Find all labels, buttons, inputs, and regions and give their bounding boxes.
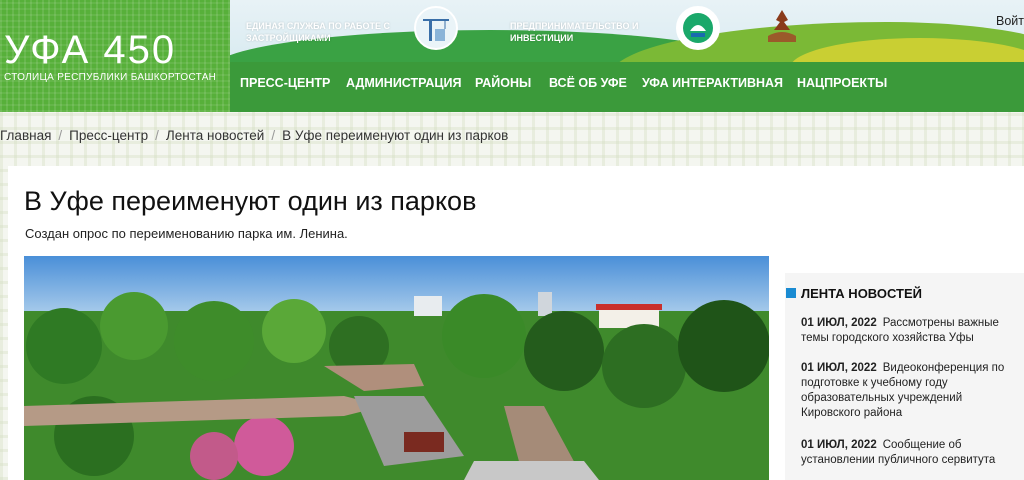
- login-link[interactable]: Войт: [996, 14, 1024, 28]
- news-item[interactable]: 01 ИЮЛ, 2022 Сообщение об установлении пу…: [801, 438, 1011, 468]
- page-title: В Уфе переименуют один из парков: [24, 186, 477, 216]
- site-header: УФА 450 СТОЛИЦА РЕСПУБЛИКИ БАШКОРТОСТАН …: [0, 0, 1024, 112]
- logo-subtitle: СТОЛИЦА РЕСПУБЛИКИ БАШКОРТОСТАН: [4, 72, 217, 83]
- main-nav: ПРЕСС-ЦЕНТР АДМИНИСТРАЦИЯ РАЙОНЫ ВСЁ ОБ …: [230, 62, 1024, 112]
- nav-ufa-interactive[interactable]: УФА ИНТЕРАКТИВНАЯ: [642, 76, 783, 90]
- breadcrumb: Главная / Пресс-центр / Лента новостей / В Уфе…: [0, 128, 509, 143]
- monument-icon: [768, 10, 796, 42]
- breadcrumb-home[interactable]: Главная: [0, 128, 51, 143]
- site-logo[interactable]: УФА 450 СТОЛИЦА РЕСПУБЛИКИ БАШКОРТОСТАН: [0, 0, 230, 112]
- promo-business-link[interactable]: ПРЕДПРИНИМАТЕЛЬСТВО И ИНВЕСТИЦИИ: [510, 20, 670, 44]
- news-item[interactable]: 01 ИЮЛ, 2022 Рассмотрены важные темы горо…: [801, 316, 1011, 346]
- logo-title: УФА 450: [4, 28, 177, 72]
- news-feed-heading: ЛЕНТА НОВОСТЕЙ: [786, 286, 922, 301]
- promo-builders-link[interactable]: ЕДИНАЯ СЛУЖБА ПО РАБОТЕ С ЗАСТРОЙЩИКАМИ: [246, 20, 396, 44]
- nav-press-center[interactable]: ПРЕСС-ЦЕНТР: [240, 76, 330, 90]
- business-logo-icon[interactable]: [676, 6, 720, 50]
- breadcrumb-news-feed[interactable]: Лента новостей: [166, 128, 264, 143]
- heading-marker-icon: [786, 288, 796, 298]
- breadcrumb-press-center[interactable]: Пресс-центр: [69, 128, 148, 143]
- nav-administration[interactable]: АДМИНИСТРАЦИЯ: [346, 76, 462, 90]
- breadcrumb-current: В Уфе переименуют один из парков: [282, 128, 509, 143]
- news-item[interactable]: 01 ИЮЛ, 2022 Видеоконференция по подготов…: [801, 361, 1011, 421]
- nav-districts[interactable]: РАЙОНЫ: [475, 76, 531, 90]
- crane-icon[interactable]: [414, 6, 458, 50]
- nav-about-ufa[interactable]: ВСЁ ОБ УФЕ: [549, 76, 627, 90]
- nav-national-projects[interactable]: НАЦПРОЕКТЫ: [797, 76, 887, 90]
- article-subtitle: Создан опрос по переименованию парка им.…: [25, 226, 348, 241]
- article-photo: [24, 256, 769, 480]
